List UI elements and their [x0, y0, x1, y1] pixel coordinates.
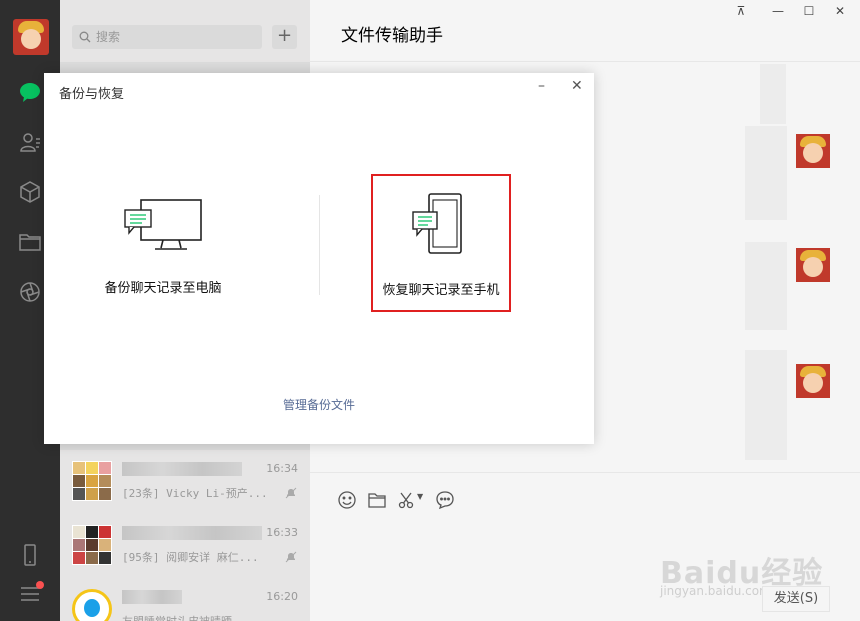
chat-time: 16:34 — [266, 462, 298, 475]
chat-icon[interactable] — [18, 80, 42, 104]
chat-list-item[interactable]: 16:20 友盟睡觉时头皮被晴晒... — [60, 583, 310, 621]
dialog-close-button[interactable]: ✕ — [571, 78, 583, 94]
folder-icon[interactable] — [18, 230, 42, 254]
mute-bell-icon — [285, 487, 297, 499]
emoji-icon[interactable] — [337, 490, 357, 510]
backup-to-pc-label: 备份聊天记录至电脑 — [104, 281, 222, 296]
add-button[interactable]: + — [272, 25, 297, 49]
group-avatar — [72, 525, 112, 565]
chat-preview: 友盟睡觉时头皮被晴晒... — [122, 613, 252, 621]
channel-avatar — [72, 589, 112, 621]
computer-monitor-icon — [124, 199, 202, 250]
backup-restore-dialog: 备份与恢复 – ✕ 备份聊天记录至电脑 恢复聊天记录至手机 管理备份文件 — [44, 73, 594, 444]
mute-bell-icon — [285, 551, 297, 563]
message-bubble-blurred[interactable] — [745, 242, 787, 330]
input-divider — [310, 472, 860, 473]
header-divider — [310, 61, 860, 62]
menu-badge — [36, 581, 44, 589]
dialog-title: 备份与恢复 — [59, 87, 125, 102]
chat-name-blurred — [122, 526, 262, 540]
chat-title: 文件传输助手 — [341, 26, 443, 46]
baidu-watermark-url: jingyan.baidu.com — [660, 584, 771, 598]
close-button[interactable]: ✕ — [832, 4, 848, 18]
search-input[interactable]: 搜索 — [72, 25, 262, 49]
search-placeholder: 搜索 — [96, 30, 121, 44]
chat-preview: [95条] 阅卿安详 麻仁... — [122, 551, 259, 564]
moments-icon[interactable] — [18, 280, 42, 304]
chat-name-blurred — [122, 462, 242, 476]
backup-to-pc-option[interactable]: 备份聊天记录至电脑 — [98, 198, 228, 296]
send-file-icon[interactable] — [367, 490, 387, 510]
minimize-button[interactable]: — — [770, 4, 786, 18]
chat-preview: [23条] Vicky Li-预产... — [122, 487, 268, 500]
mobile-phone-icon — [412, 193, 462, 254]
message-bubble-blurred[interactable] — [745, 126, 787, 220]
chat-name-blurred — [122, 590, 182, 604]
sender-avatar[interactable] — [796, 248, 830, 282]
send-button[interactable]: 发送(S) — [762, 586, 830, 612]
maximize-button[interactable]: ☐ — [801, 4, 817, 18]
manage-backup-files-link[interactable]: 管理备份文件 — [44, 396, 594, 413]
phone-icon[interactable] — [18, 543, 42, 567]
chat-list-item[interactable]: 16:33 [95条] 阅卿安详 麻仁... — [60, 519, 310, 583]
restore-to-phone-option[interactable]: 恢复聊天记录至手机 — [374, 193, 508, 298]
chat-time: 16:20 — [266, 590, 298, 603]
chat-list-item[interactable]: 16:34 [23条] Vicky Li-预产... — [60, 455, 310, 519]
dialog-divider — [319, 195, 320, 295]
screenshot-icon[interactable] — [397, 490, 417, 510]
sender-avatar[interactable] — [796, 364, 830, 398]
sender-avatar[interactable] — [796, 134, 830, 168]
screenshot-dropdown-icon[interactable]: ▼ — [417, 492, 423, 501]
dialog-minimize-button[interactable]: – — [538, 78, 545, 94]
pin-button[interactable]: ⊼ — [733, 4, 749, 18]
search-icon — [79, 31, 91, 43]
contacts-icon[interactable] — [18, 130, 42, 154]
message-bubble-blurred[interactable] — [760, 64, 786, 124]
chat-time: 16:33 — [266, 526, 298, 539]
user-avatar[interactable] — [13, 19, 49, 55]
group-avatar — [72, 461, 112, 501]
message-bubble-blurred[interactable] — [745, 350, 787, 460]
favorites-icon[interactable] — [18, 180, 42, 204]
restore-to-phone-label: 恢复聊天记录至手机 — [382, 283, 500, 298]
chat-history-icon[interactable] — [435, 490, 455, 510]
